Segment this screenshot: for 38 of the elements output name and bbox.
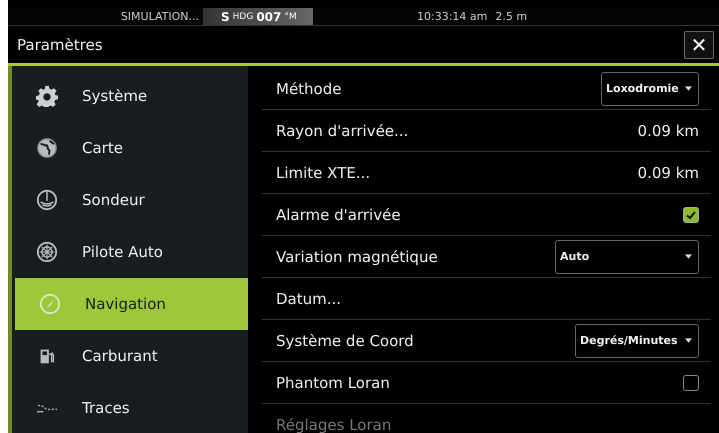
- compass-icon: [39, 293, 61, 315]
- globe-icon: [36, 137, 58, 159]
- sidebar-item[interactable]: Navigation: [15, 278, 248, 330]
- ship-wheel-icon: [36, 241, 58, 263]
- sidebar-item[interactable]: Pilote Auto: [12, 226, 248, 278]
- setting-label: Limite XTE...: [276, 164, 370, 182]
- dropdown[interactable]: Degrés/Minutes: [575, 324, 699, 358]
- caret-icon: [685, 338, 692, 343]
- sidebar-item[interactable]: Système: [12, 70, 248, 122]
- dropdown[interactable]: Auto: [555, 240, 699, 274]
- sidebar-item[interactable]: Carte: [12, 122, 248, 174]
- setting-label: Rayon d'arrivée...: [276, 122, 408, 140]
- window-title: Paramètres: [17, 36, 103, 54]
- close-button[interactable]: ✕: [684, 30, 714, 58]
- caret-icon: [685, 254, 692, 259]
- sidebar-item[interactable]: Sondeur: [12, 174, 248, 226]
- time-readout: 10:33:14 am: [417, 10, 488, 23]
- simulation-label: SIMULATION...: [120, 10, 199, 23]
- setting-label: Méthode: [276, 80, 342, 98]
- setting-value[interactable]: 0.09 km: [638, 164, 699, 182]
- track-icon: [36, 404, 58, 412]
- sidebar-item[interactable]: Carburant: [12, 330, 248, 382]
- sonar-icon: [36, 189, 58, 211]
- depth-readout: 2.5 m: [495, 10, 528, 23]
- checkbox[interactable]: [683, 206, 699, 222]
- dropdown[interactable]: Loxodromie: [601, 72, 699, 106]
- setting-label: Système de Coord: [276, 332, 414, 350]
- caret-icon: [685, 86, 692, 91]
- settings-link[interactable]: Datum...: [276, 290, 342, 308]
- setting-label: Phantom Loran: [276, 374, 390, 392]
- heading-readout: S HDG 007 °M: [203, 8, 313, 25]
- setting-label: Variation magnétique: [276, 248, 438, 266]
- checkbox[interactable]: [683, 374, 699, 390]
- gear-icon: [36, 85, 58, 107]
- check-icon: [685, 208, 697, 220]
- setting-value[interactable]: 0.09 km: [638, 122, 699, 140]
- setting-label: Alarme d'arrivée: [276, 206, 401, 224]
- sidebar-item[interactable]: Traces: [12, 382, 248, 433]
